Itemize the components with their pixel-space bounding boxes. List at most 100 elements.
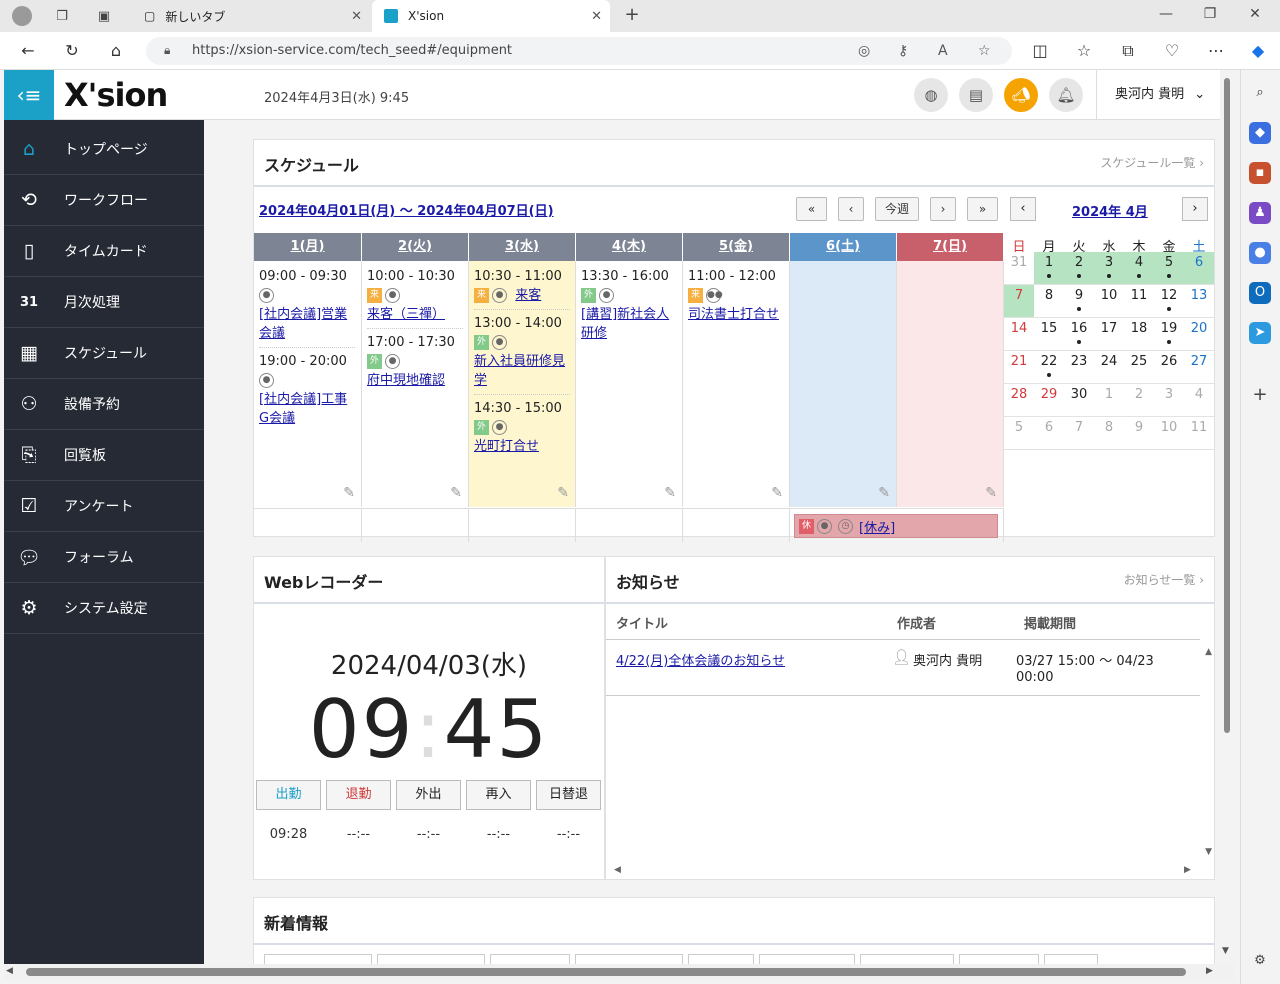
tools-icon[interactable]: ▪ (1249, 162, 1271, 184)
mini-calendar-day[interactable]: 4 (1184, 384, 1214, 417)
mini-calendar-day[interactable]: 3 (1154, 384, 1184, 417)
collections-icon[interactable]: ⧉ (1118, 41, 1138, 61)
day-header[interactable]: 3(水) (469, 233, 575, 261)
go-out-button[interactable]: 外出 (396, 780, 461, 810)
back-icon[interactable]: ← (18, 41, 38, 61)
mini-calendar-day[interactable]: 5 (1004, 417, 1034, 450)
mini-calendar-day[interactable]: 9 (1124, 417, 1154, 450)
profile-icon[interactable] (12, 6, 32, 26)
edit-icon[interactable]: ✎ (878, 485, 890, 501)
mini-calendar-day[interactable]: 25 (1124, 351, 1154, 384)
sidebar-item-system-settings[interactable]: ⚙ システム設定 (4, 583, 204, 634)
new-tab-icon[interactable]: + (622, 4, 642, 25)
day-header[interactable]: 5(金) (683, 233, 789, 261)
mini-calendar-day[interactable]: 9 (1064, 285, 1094, 318)
return-button[interactable]: 再入 (466, 780, 531, 810)
event-title-link[interactable]: 来客 (515, 288, 541, 303)
mini-calendar-day[interactable]: 21 (1004, 351, 1034, 384)
send-icon[interactable]: ➤ (1249, 322, 1271, 344)
allday-cell[interactable]: 休 ● ◷ [休み] (790, 508, 1004, 542)
mini-calendar-day[interactable]: 18 (1124, 318, 1154, 351)
sidebar-item-monthly[interactable]: 31 月次処理 (4, 277, 204, 328)
edit-icon[interactable]: ✎ (664, 485, 676, 501)
split-screen-icon[interactable]: ◫ (1030, 41, 1050, 61)
bell-icon[interactable]: 🔔︎ (1049, 78, 1083, 112)
sidebar-item-timecard[interactable]: ▯ タイムカード (4, 226, 204, 277)
lock-icon[interactable]: 🔒︎ (164, 43, 170, 58)
day-column-fri[interactable]: 11:00 - 12:00 来 ●● 司法書士打合せ ✎ (683, 261, 790, 507)
event-title-link[interactable]: [講習]新社会人研修 (581, 305, 677, 343)
mini-calendar-day[interactable]: 19 (1154, 318, 1184, 351)
scroll-left-icon[interactable]: ◀ (6, 966, 13, 976)
day-column-mon[interactable]: 09:00 - 09:30 ● [社内会議]営業会議 19:00 - 20:00… (254, 261, 362, 507)
allday-cell[interactable] (683, 508, 790, 542)
notepad-icon[interactable]: ▤ (959, 78, 993, 112)
this-week-button[interactable]: 今週 (875, 197, 919, 221)
mini-calendar-day[interactable]: 20 (1184, 318, 1214, 351)
day-header[interactable]: 1(月) (254, 233, 361, 261)
copilot-icon[interactable]: ◆ (1248, 41, 1268, 61)
event-title-link[interactable]: [社内会議]営業会議 (259, 305, 355, 343)
schedule-list-link[interactable]: スケジュール一覧 › (1100, 154, 1204, 171)
outlook-icon[interactable]: O (1249, 282, 1271, 304)
event-title-link[interactable]: 府中現地確認 (367, 371, 463, 390)
next-month-button[interactable]: » (967, 197, 998, 221)
sidebar-item-equipment[interactable]: ⚇ 設備予約 (4, 379, 204, 430)
games-icon[interactable]: ♟ (1249, 202, 1271, 224)
overnight-out-button[interactable]: 日替退 (536, 780, 601, 810)
sidebar-item-circular[interactable]: ⎘ 回覧板 (4, 430, 204, 481)
close-window-icon[interactable]: ✕ (1245, 6, 1265, 22)
settings-icon[interactable]: ⚙ (1249, 950, 1271, 972)
scroll-down-icon[interactable]: ▼ (1222, 946, 1229, 956)
tab-xsion[interactable]: X'sion ✕ (372, 0, 610, 32)
sidebar-item-forum[interactable]: 💬︎ フォーラム (4, 532, 204, 583)
tab-actions-icon[interactable]: ▣ (94, 6, 114, 26)
allday-cell[interactable] (362, 508, 469, 542)
minimize-icon[interactable]: — (1156, 6, 1176, 22)
mini-calendar-day[interactable]: 4 (1124, 252, 1154, 285)
health-icon[interactable]: ♡ (1162, 41, 1182, 61)
mini-calendar-day[interactable]: 3 (1094, 252, 1124, 285)
favorite-star-icon[interactable]: ☆ (978, 43, 991, 59)
scroll-right-icon[interactable]: ▶ (1206, 966, 1213, 976)
mini-calendar-day[interactable]: 16 (1064, 318, 1094, 351)
scrollbar-thumb[interactable] (26, 968, 1186, 976)
day-column-wed[interactable]: 10:30 - 11:00 来 ● 来客 13:00 - 14:00 外 ● 新入社… (469, 261, 576, 507)
mini-calendar-day[interactable]: 2 (1064, 252, 1094, 285)
user-menu[interactable]: 奥河内 貴明 ⌄ (1096, 70, 1234, 120)
mini-calendar-day[interactable]: 2 (1124, 384, 1154, 417)
vertical-scrollbar[interactable]: ▼ (1220, 70, 1234, 964)
mini-calendar-day[interactable]: 1 (1094, 384, 1124, 417)
prev-month-button[interactable]: « (796, 197, 827, 221)
search-icon[interactable]: ⌕ (1249, 82, 1271, 104)
megaphone-icon[interactable]: 📣︎ (1004, 78, 1038, 112)
day-header[interactable]: 4(木) (576, 233, 682, 261)
add-icon[interactable]: + (1249, 384, 1271, 406)
mini-calendar-day[interactable]: 13 (1184, 285, 1214, 318)
mini-calendar-title[interactable]: 2024年 4月 (1072, 201, 1148, 220)
edit-icon[interactable]: ✎ (343, 485, 355, 501)
day-column-thu[interactable]: 13:30 - 16:00 外 ● [講習]新社会人研修 ✎ (576, 261, 683, 507)
location-icon[interactable]: ◎ (858, 43, 870, 59)
allday-cell[interactable] (576, 508, 683, 542)
clock-in-button[interactable]: 出勤 (256, 780, 321, 810)
edit-icon[interactable]: ✎ (450, 485, 462, 501)
xsion-logo[interactable]: X'sion (64, 76, 168, 114)
mini-calendar-day[interactable]: 8 (1034, 285, 1064, 318)
table-row[interactable]: 4/22(月)全体会議のお知らせ 👤︎ 奥河内 貴明 03/27 15:00 ～… (606, 640, 1200, 696)
mini-calendar-day[interactable]: 15 (1034, 318, 1064, 351)
restore-icon[interactable]: ❐ (1200, 6, 1220, 22)
schedule-range-link[interactable]: 2024年04月01日(月) ～ 2024年04月07日(日) (259, 200, 554, 219)
mini-calendar-day[interactable]: 14 (1004, 318, 1034, 351)
more-menu-icon[interactable]: ⋯ (1206, 41, 1226, 61)
favorites-icon[interactable]: ☆ (1074, 41, 1094, 61)
mini-calendar-day[interactable]: 11 (1124, 285, 1154, 318)
sidebar-item-top[interactable]: ⌂ トップページ (4, 124, 204, 175)
event-title-link[interactable]: 司法書士打合せ (688, 305, 784, 324)
day-column-tue[interactable]: 10:00 - 10:30 来 ● 来客（三禪） 17:00 - 17:30 外 ●… (362, 261, 469, 507)
allday-cell[interactable] (254, 508, 362, 542)
copilot-app-icon[interactable]: ● (1249, 242, 1271, 264)
close-icon[interactable]: ✕ (591, 9, 602, 24)
edit-icon[interactable]: ✎ (985, 485, 997, 501)
mini-calendar-day[interactable]: 22 (1034, 351, 1064, 384)
